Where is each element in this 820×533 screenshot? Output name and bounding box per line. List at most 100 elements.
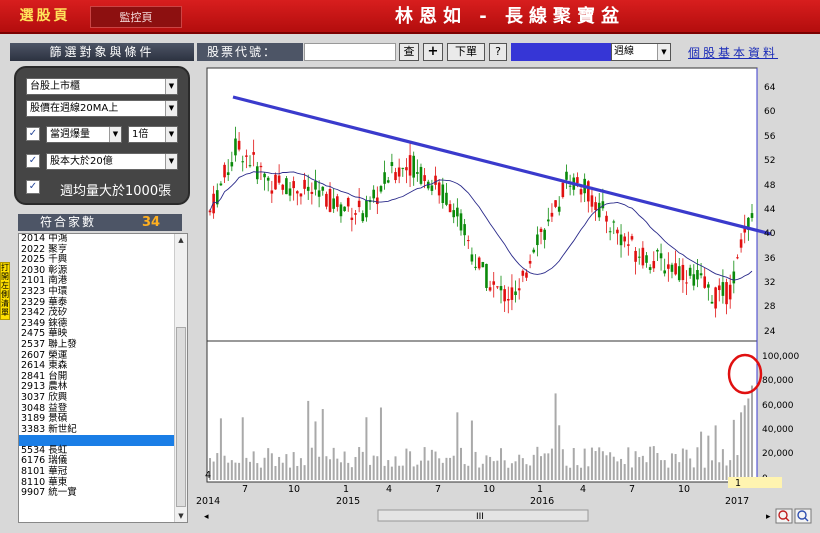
volume-bar <box>740 412 743 480</box>
candle-body <box>485 263 488 288</box>
candle-body <box>303 179 306 189</box>
zoom-in-button[interactable] <box>775 508 793 524</box>
price-tick: 24 <box>764 327 776 337</box>
candle-body <box>419 166 423 184</box>
chart-scrollbar[interactable]: ◂ III ▸ <box>204 509 771 522</box>
chart-plot-area <box>206 67 758 483</box>
volume-bar <box>714 425 717 480</box>
market-dropdown[interactable]: 台股上市櫃 ▼ <box>26 78 178 95</box>
candle-body <box>372 189 375 199</box>
volume-bar <box>507 467 510 480</box>
order-button[interactable]: 下單 <box>447 43 485 61</box>
candle-body <box>605 215 608 222</box>
candle-body <box>637 256 641 258</box>
volume-bar <box>318 456 321 480</box>
volume-bar <box>649 446 652 480</box>
list-item[interactable]: 9907 統一實 <box>19 488 187 499</box>
volume-multiple-dropdown[interactable]: 1倍 ▼ <box>128 126 178 143</box>
weekly-volume-checkbox[interactable]: ✓ <box>26 180 40 194</box>
volume-bar <box>580 467 583 480</box>
price-tick: 28 <box>764 302 776 312</box>
volume-axis: 100,000 80,000 60,000 40,000 20,000 0 <box>762 352 799 484</box>
volume-bar <box>227 462 230 480</box>
list-scrollbar[interactable]: ▲ ▼ <box>174 234 187 522</box>
capital-condition-dropdown[interactable]: 股本大於20億 ▼ <box>46 153 178 170</box>
tab-stock-selection[interactable]: 選股頁 <box>6 5 84 27</box>
volume-tick: 100,000 <box>762 352 799 362</box>
candle-body <box>354 213 357 215</box>
candle-body <box>750 213 754 218</box>
candle-body <box>376 197 379 205</box>
candle-body <box>554 200 557 207</box>
zoom-out-button[interactable] <box>794 508 812 524</box>
candle-body <box>445 192 448 205</box>
scroll-up-icon[interactable]: ▲ <box>175 236 187 244</box>
month-tick: 10 <box>288 484 300 495</box>
price-tick: 36 <box>764 254 776 264</box>
tab-monitor[interactable]: 監控頁 <box>90 6 182 28</box>
capital-condition-value: 股本大於20億 <box>50 156 113 167</box>
volume-bar <box>289 467 292 480</box>
filter-section-title: 篩選對象與條件 <box>10 43 194 61</box>
price-condition-dropdown[interactable]: 股價在週線20MA上 ▼ <box>26 100 178 117</box>
list-item[interactable]: 3037 欣興 <box>19 392 187 404</box>
candle-body <box>474 266 477 268</box>
volume-bar <box>241 417 244 480</box>
candle-body <box>630 236 634 240</box>
volume-bar <box>725 465 728 480</box>
stock-code-input[interactable] <box>304 43 396 61</box>
candle-body <box>390 162 394 167</box>
candle-body <box>550 212 554 217</box>
volume-condition-dropdown[interactable]: 當週爆量 ▼ <box>46 126 122 143</box>
price-tick: 40 <box>764 229 776 239</box>
scroll-right-icon[interactable]: ▸ <box>766 512 771 522</box>
volume-bar <box>274 466 277 480</box>
price-tick: 48 <box>764 181 776 191</box>
volume-bar <box>445 457 448 480</box>
volume-bar <box>685 449 688 480</box>
candle-body <box>296 191 299 194</box>
capital-condition-checkbox[interactable]: ✓ <box>26 154 40 168</box>
volume-bar <box>303 465 306 480</box>
volume-bar <box>510 463 513 480</box>
candle-body <box>517 288 521 291</box>
candle-body <box>441 184 445 203</box>
volume-bar <box>314 421 317 480</box>
candle-body <box>568 185 572 187</box>
candle-body <box>546 219 550 222</box>
candle-body <box>234 138 237 156</box>
period-dropdown[interactable]: 週線 ▼ <box>611 43 671 61</box>
volume-bar <box>558 425 561 480</box>
volume-condition-checkbox[interactable]: ✓ <box>26 127 40 141</box>
volume-bar <box>259 467 262 480</box>
month-tick: 10 <box>678 484 690 495</box>
scroll-down-icon[interactable]: ▼ <box>175 512 187 520</box>
stock-list: 2014 中鴻 2022 聚亨 2025 千興 2030 彰源 2101 南港 2323 … <box>18 233 188 523</box>
candle-body <box>336 196 339 207</box>
volume-bar <box>689 458 692 480</box>
list-item[interactable]: 2323 中環 <box>19 286 187 298</box>
search-button[interactable]: 查 <box>399 43 419 61</box>
list-item[interactable]: 2537 聯上發 <box>19 339 187 351</box>
candle-body <box>299 193 303 197</box>
volume-bar <box>601 451 604 480</box>
list-item[interactable]: 3383 新世紀 <box>19 424 187 436</box>
basic-info-link[interactable]: 個股基本資料 <box>688 44 778 61</box>
list-scroll-thumb[interactable] <box>176 327 186 507</box>
candle-body <box>281 184 285 190</box>
candle-body <box>412 155 416 178</box>
open-left-list-tab[interactable]: 打開左側清單 <box>0 262 10 320</box>
scroll-left-icon[interactable]: ◂ <box>204 512 209 522</box>
candle-body <box>237 140 241 150</box>
add-button[interactable]: + <box>423 43 443 61</box>
volume-bar <box>587 466 590 480</box>
help-button[interactable]: ? <box>489 43 507 61</box>
weekly-volume-label: 週均量大於1000張 <box>60 184 172 199</box>
candle-body <box>379 186 383 192</box>
volume-bar <box>325 456 328 480</box>
candle-body <box>277 175 281 183</box>
list-item[interactable]: 2014 中鴻 <box>19 234 187 245</box>
volume-bar <box>441 462 444 480</box>
volume-bar <box>234 462 237 480</box>
volume-bar <box>245 457 248 480</box>
